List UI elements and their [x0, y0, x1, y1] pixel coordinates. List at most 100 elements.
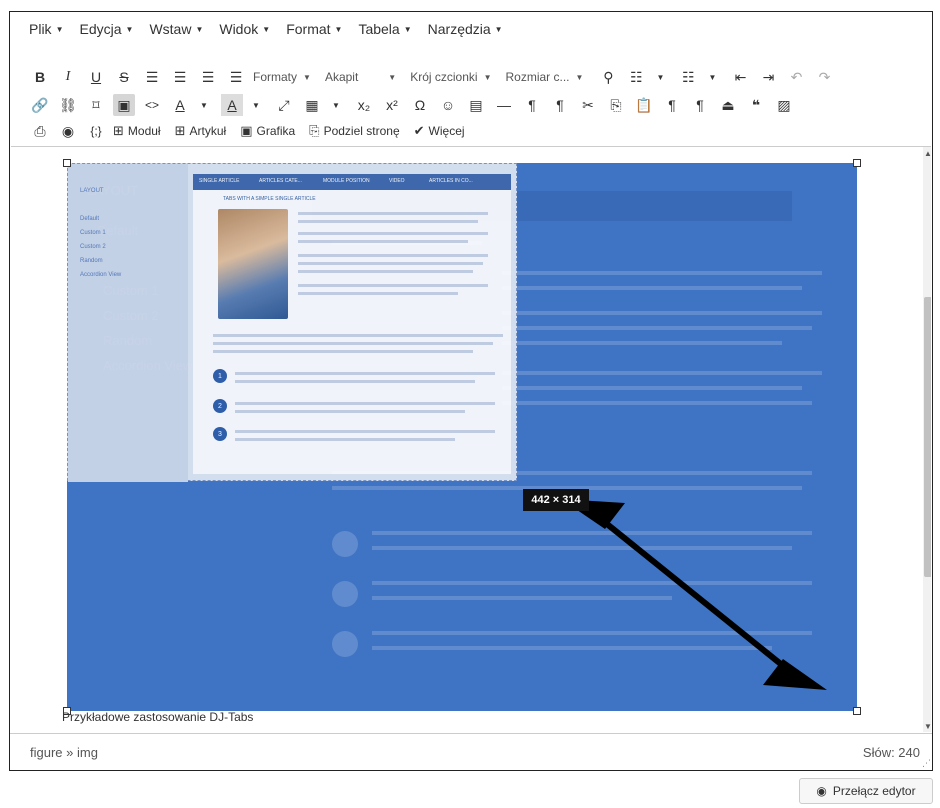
- toggle-editor-label: Przełącz edytor: [832, 784, 916, 798]
- article-button[interactable]: ⊞ Artykuł: [175, 123, 227, 139]
- show-blocks-icon[interactable]: ¶: [661, 94, 683, 116]
- toggle-editor-button[interactable]: ◉ Przełącz edytor: [799, 778, 933, 804]
- link-icon[interactable]: 🔗: [29, 94, 51, 116]
- caret-down-icon: ▼: [403, 24, 412, 34]
- selected-image[interactable]: LAYOUT Default Custom 1 Custom 2 Random …: [67, 163, 857, 711]
- font-size-dropdown[interactable]: Rozmiar c... ▼: [506, 70, 584, 84]
- menu-label: Plik: [29, 21, 52, 37]
- code-button[interactable]: <>: [141, 94, 163, 116]
- menu-table[interactable]: Tabela ▼: [358, 21, 411, 37]
- outdent-icon[interactable]: ⇤: [729, 66, 751, 88]
- unlink-icon[interactable]: ⛓: [57, 94, 79, 116]
- formats-label: Formaty: [253, 70, 298, 84]
- fullscreen-icon[interactable]: ⤢: [273, 94, 295, 116]
- cut-icon[interactable]: ✂: [577, 94, 599, 116]
- redo-icon[interactable]: ↷: [813, 66, 835, 88]
- readmore-label: Więcej: [428, 124, 465, 138]
- element-path[interactable]: figure » img: [30, 745, 98, 760]
- image-label: Grafika: [256, 124, 296, 138]
- caret-down-icon[interactable]: ▼: [193, 94, 215, 116]
- toolbar-row-1: B I U S ☰ ☰ ☰ ☰ Formaty ▼ Akapit ▼ Krój cz…: [10, 64, 932, 90]
- resize-handle-tr[interactable]: [853, 159, 861, 167]
- subscript-button[interactable]: x₂: [353, 94, 375, 116]
- find-replace-icon[interactable]: ⚲: [597, 66, 619, 88]
- special-char-button[interactable]: Ω: [409, 94, 431, 116]
- font-family-dropdown[interactable]: Krój czcionki ▼: [410, 70, 491, 84]
- caret-down-icon: ▼: [575, 72, 584, 82]
- scroll-down-icon[interactable]: ▼: [924, 722, 931, 731]
- paragraph-dropdown[interactable]: Akapit ▼: [325, 70, 396, 84]
- image-caption[interactable]: Przykładowe zastosowanie DJ-Tabs: [62, 710, 253, 724]
- align-justify-icon[interactable]: ☰: [225, 66, 247, 88]
- italic-button[interactable]: I: [57, 66, 79, 88]
- scroll-up-icon[interactable]: ▲: [924, 149, 931, 158]
- caret-down-icon[interactable]: ▼: [325, 94, 347, 116]
- caret-down-icon[interactable]: ▼: [649, 66, 671, 88]
- pagebreak-button[interactable]: ⎘ Podziel stronę: [309, 123, 399, 139]
- editor-content[interactable]: LAYOUT Default Custom 1 Custom 2 Random …: [11, 146, 931, 732]
- emoticon-icon[interactable]: ☺: [437, 94, 459, 116]
- caret-down-icon: ▼: [494, 24, 503, 34]
- blockquote-icon[interactable]: ❝: [745, 94, 767, 116]
- bookmark-icon[interactable]: ⌑: [85, 94, 107, 116]
- menu-label: Wstaw: [149, 21, 192, 37]
- caret-down-icon: ▼: [125, 24, 134, 34]
- caret-down-icon: ▼: [483, 72, 492, 82]
- align-right-icon[interactable]: ☰: [197, 66, 219, 88]
- formats-dropdown[interactable]: Formaty ▼: [253, 70, 311, 84]
- underline-button[interactable]: U: [85, 66, 107, 88]
- menu-file[interactable]: Plik ▼: [29, 21, 63, 37]
- print-icon[interactable]: ⎙: [29, 120, 51, 142]
- font-family-label: Krój czcionki: [410, 70, 478, 84]
- menu-label: Widok: [219, 21, 259, 37]
- horizontal-line-icon[interactable]: —: [493, 94, 515, 116]
- source-code-button[interactable]: {;}: [85, 120, 107, 142]
- bold-button[interactable]: B: [29, 66, 51, 88]
- template-icon[interactable]: ⏏: [717, 94, 739, 116]
- toolbar-row-3: ⎙ ◉ {;} ⊞ Moduł ⊞ Artykuł ▣ Grafika ⎘ Podzie…: [10, 118, 932, 144]
- undo-icon[interactable]: ↶: [785, 66, 807, 88]
- table-icon[interactable]: ▦: [301, 94, 323, 116]
- image-icon: ▣: [240, 123, 253, 138]
- background-color-icon[interactable]: A: [221, 94, 243, 116]
- visual-chars-icon[interactable]: ¶: [689, 94, 711, 116]
- menu-edit[interactable]: Edycja ▼: [79, 21, 133, 37]
- align-left-icon[interactable]: ☰: [141, 66, 163, 88]
- double-arrow-icon: [561, 499, 827, 690]
- caret-down-icon[interactable]: ▼: [701, 66, 723, 88]
- strikethrough-button[interactable]: S: [113, 66, 135, 88]
- module-icon: ⊞: [113, 123, 124, 138]
- ltr-icon[interactable]: ¶: [521, 94, 543, 116]
- menu-tools[interactable]: Narzędzia ▼: [428, 21, 503, 37]
- rtl-icon[interactable]: ¶: [549, 94, 571, 116]
- visual-aid-icon[interactable]: ▨: [773, 94, 795, 116]
- scroll-thumb[interactable]: [924, 297, 931, 577]
- text-color-icon[interactable]: A: [169, 94, 191, 116]
- menu-format[interactable]: Format ▼: [286, 21, 342, 37]
- numbered-list-icon[interactable]: ☷: [677, 66, 699, 88]
- indent-icon[interactable]: ⇥: [757, 66, 779, 88]
- image-button[interactable]: ▣ Grafika: [240, 123, 295, 139]
- caret-down-icon: ▼: [388, 72, 397, 82]
- align-center-icon[interactable]: ☰: [169, 66, 191, 88]
- superscript-button[interactable]: x²: [381, 94, 403, 116]
- font-size-label: Rozmiar c...: [505, 70, 570, 84]
- vertical-scrollbar[interactable]: ▲ ▼: [923, 147, 931, 732]
- bullet-list-icon[interactable]: ☷: [625, 66, 647, 88]
- preview-icon[interactable]: ◉: [57, 120, 79, 142]
- copy-icon[interactable]: ⎘: [605, 94, 627, 116]
- caret-down-icon[interactable]: ▼: [245, 94, 267, 116]
- pagebreak-label: Podziel stronę: [323, 124, 400, 138]
- media-icon[interactable]: ▤: [465, 94, 487, 116]
- module-button[interactable]: ⊞ Moduł: [113, 123, 161, 139]
- resize-handle-br[interactable]: [853, 707, 861, 715]
- word-count: Słów: 240: [862, 745, 920, 760]
- menu-insert[interactable]: Wstaw ▼: [149, 21, 203, 37]
- paste-icon[interactable]: 📋: [633, 94, 655, 116]
- readmore-button[interactable]: ✔ Więcej: [414, 123, 465, 139]
- menu-label: Edycja: [79, 21, 122, 37]
- image-icon[interactable]: ▣: [113, 94, 135, 116]
- resize-grip-icon[interactable]: ⋰: [922, 758, 931, 769]
- resize-handle-tl[interactable]: [63, 159, 71, 167]
- menu-view[interactable]: Widok ▼: [219, 21, 270, 37]
